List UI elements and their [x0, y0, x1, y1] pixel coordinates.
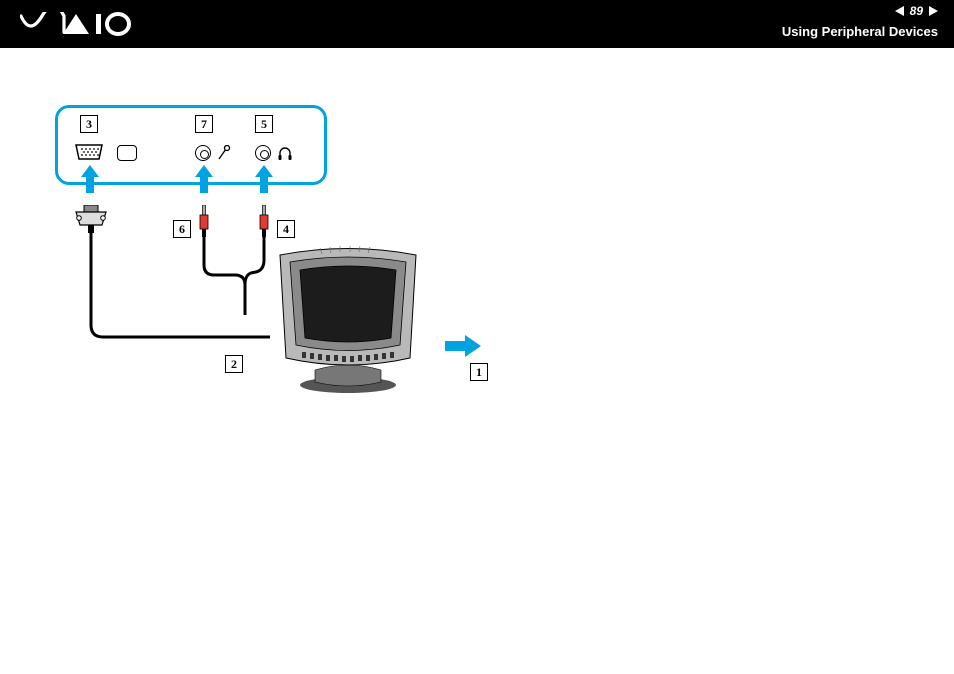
page-number: 89 — [910, 4, 923, 18]
arrow-right-icon — [445, 335, 481, 357]
crt-monitor-icon — [260, 240, 435, 395]
page-header: 89 Using Peripheral Devices — [0, 0, 954, 48]
prev-page-icon[interactable] — [895, 6, 904, 16]
callout-2: 2 — [225, 355, 243, 373]
vaio-logo — [20, 12, 140, 36]
connection-diagram: 3 7 5 6 4 2 — [55, 105, 515, 405]
page-navigation: 89 — [895, 4, 938, 18]
callout-1: 1 — [470, 363, 488, 381]
section-title: Using Peripheral Devices — [782, 24, 938, 39]
next-page-icon[interactable] — [929, 6, 938, 16]
